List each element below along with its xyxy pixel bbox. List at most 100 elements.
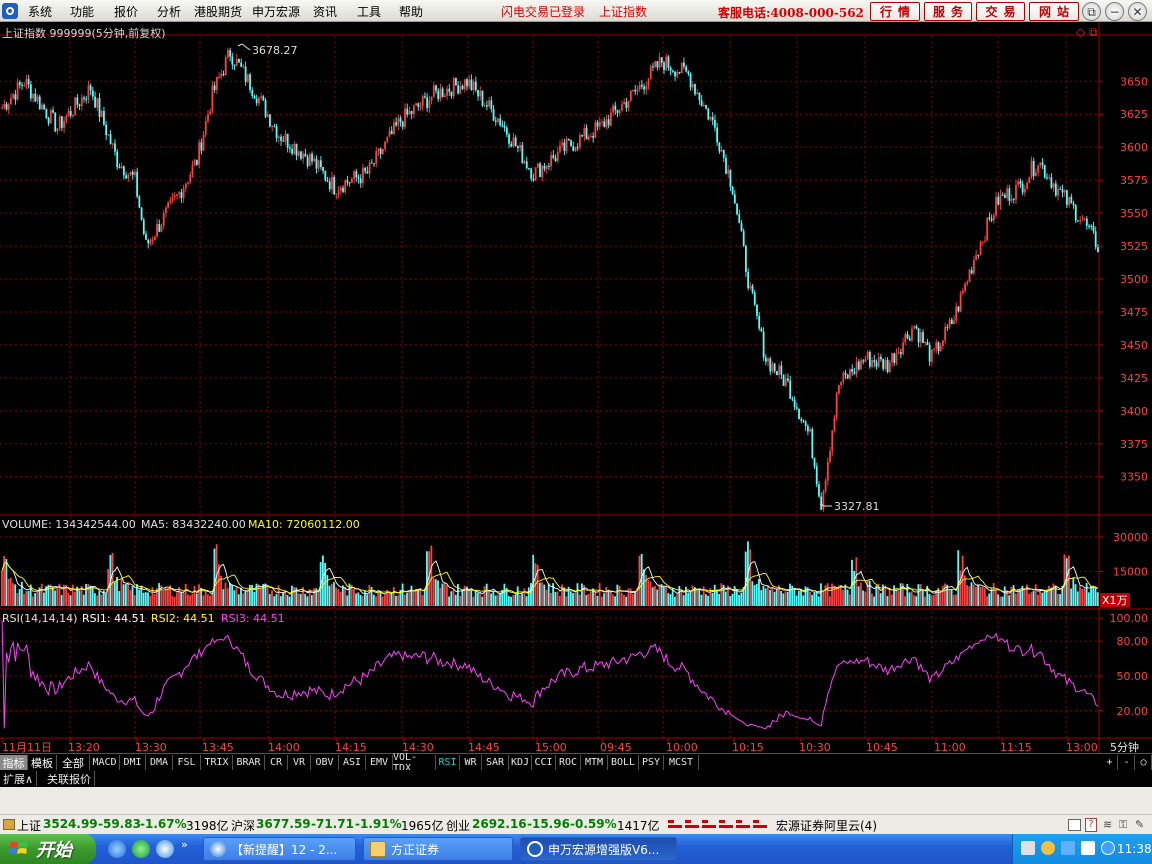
- messenger-quicklaunch-icon[interactable]: [132, 840, 150, 858]
- candle-body: [514, 137, 517, 147]
- keyboard-tray-icon[interactable]: [1021, 841, 1035, 855]
- menu-system[interactable]: 系统: [28, 3, 52, 20]
- menu-function[interactable]: 功能: [70, 3, 94, 20]
- indicator-tab-obv[interactable]: OBV: [311, 755, 339, 770]
- tools-icon[interactable]: ✎: [1135, 818, 1144, 831]
- ie-quicklaunch-icon[interactable]: [108, 840, 126, 858]
- volume-bar: [430, 545, 433, 606]
- folder-icon[interactable]: [3, 819, 15, 830]
- chart-area[interactable]: 3650 3625 3600 3575 3550 3525 3500 3475 3450 3425…: [0, 22, 1152, 754]
- candle-body: [12, 94, 15, 99]
- expand-tab[interactable]: 扩展∧: [0, 771, 38, 786]
- zoom-reset-button[interactable]: ○: [1136, 755, 1152, 770]
- start-button[interactable]: 开始: [0, 834, 96, 864]
- candle-body: [1, 107, 4, 109]
- indicator-tab-dma[interactable]: DMA: [146, 755, 173, 770]
- volume-bar: [105, 593, 107, 606]
- hs-name[interactable]: 沪深: [231, 817, 255, 834]
- zoom-in-button[interactable]: +: [1102, 755, 1118, 770]
- indicator-tab-psy[interactable]: PSY: [639, 755, 664, 770]
- indicator-tab-指标[interactable]: 指标: [0, 755, 28, 770]
- chat-tray-icon[interactable]: [1081, 841, 1095, 855]
- indicator-tab-brar[interactable]: BRAR: [233, 755, 265, 770]
- candle-body: [986, 217, 989, 241]
- app-logo-icon[interactable]: [2, 3, 18, 19]
- indicator-tab-trix[interactable]: TRIX: [201, 755, 233, 770]
- task-trading-app[interactable]: 申万宏源增强版V6...: [520, 837, 677, 861]
- indicator-tab-wr[interactable]: WR: [460, 755, 482, 770]
- candle-body: [855, 361, 858, 374]
- menu-hk-futures[interactable]: 港股期货: [194, 3, 242, 20]
- indicator-tab-mtm[interactable]: MTM: [581, 755, 608, 770]
- indicator-tab-asi[interactable]: ASI: [339, 755, 366, 770]
- indicator-tab-mcst[interactable]: MCST: [664, 755, 699, 770]
- candle-body: [612, 105, 614, 113]
- server-name[interactable]: 宏源证券阿里云(4): [776, 817, 877, 834]
- help-icon[interactable]: ?: [1085, 818, 1097, 832]
- activity-dash: [753, 820, 759, 823]
- chart-canvas[interactable]: 3650 3625 3600 3575 3550 3525 3500 3475 3450 3425…: [0, 22, 1152, 754]
- indicator-tab-cci[interactable]: CCI: [532, 755, 556, 770]
- browser-quicklaunch-icon[interactable]: [156, 840, 174, 858]
- layout-icon[interactable]: [1068, 819, 1081, 831]
- volume-bar: [755, 583, 758, 606]
- security-tray-icon[interactable]: [1041, 841, 1055, 855]
- nav-market-button[interactable]: 行情: [870, 2, 920, 21]
- candle-body: [849, 369, 851, 379]
- indicator-tab-fsl[interactable]: FSL: [173, 755, 201, 770]
- flash-trade-status[interactable]: 闪电交易已登录: [501, 3, 585, 20]
- menu-news[interactable]: 资讯: [313, 3, 337, 20]
- sh-amount: 3198亿: [186, 819, 229, 833]
- menu-quote[interactable]: 报价: [114, 3, 138, 20]
- volume-bar: [419, 589, 422, 606]
- indicator-tab-macd[interactable]: MACD: [90, 755, 120, 770]
- indicator-tab-emv[interactable]: EMV: [366, 755, 393, 770]
- sh-name[interactable]: 上证: [17, 817, 41, 834]
- volume-bar: [244, 590, 247, 606]
- chart-options-icon[interactable]: ◇ ⧉: [1076, 25, 1098, 40]
- indicator-tab-vr[interactable]: VR: [288, 755, 311, 770]
- nav-website-button[interactable]: 网站: [1029, 2, 1079, 21]
- nav-service-button[interactable]: 服务: [924, 2, 972, 21]
- lock-icon[interactable]: ⚿: [1119, 818, 1127, 832]
- indicator-tab-roc[interactable]: ROC: [556, 755, 581, 770]
- indicator-tab-dmi[interactable]: DMI: [120, 755, 146, 770]
- shield-tray-icon[interactable]: [1101, 841, 1115, 855]
- volume-bar: [423, 588, 426, 606]
- candle-body: [822, 491, 825, 510]
- close-window-button[interactable]: ✕: [1128, 2, 1147, 21]
- minimize-window-button[interactable]: −: [1105, 2, 1124, 21]
- tray-clock[interactable]: 11:38: [1117, 842, 1152, 856]
- indicator-tab-boll[interactable]: BOLL: [608, 755, 639, 770]
- nav-trade-button[interactable]: 交易: [976, 2, 1025, 21]
- indicator-tab-kdj[interactable]: KDJ: [509, 755, 532, 770]
- indicator-tab-rsi[interactable]: RSI: [436, 755, 460, 770]
- task-folder[interactable]: 方正证券: [363, 837, 513, 861]
- indicator-tab-sar[interactable]: SAR: [482, 755, 509, 770]
- menu-help[interactable]: 帮助: [399, 3, 423, 20]
- cy-name[interactable]: 创业: [446, 817, 470, 834]
- menu-analysis[interactable]: 分析: [157, 3, 181, 20]
- candle-body: [173, 195, 176, 198]
- indicator-tab-模板[interactable]: 模板: [28, 755, 57, 770]
- network-tray-icon[interactable]: [1061, 841, 1075, 855]
- candle-body: [501, 125, 504, 127]
- indicator-tab-vol-tdx[interactable]: VOL-TDX: [393, 752, 436, 774]
- menu-swhy[interactable]: 申万宏源: [252, 3, 300, 20]
- period-label[interactable]: 5分钟: [1110, 740, 1139, 754]
- candle-body: [924, 342, 927, 344]
- restore-window-button[interactable]: ⧉: [1082, 2, 1101, 21]
- volume-bar: [760, 590, 763, 606]
- quicklaunch-more-icon[interactable]: »: [181, 838, 188, 851]
- activity-indicator: [668, 820, 768, 830]
- menu-tools[interactable]: 工具: [357, 3, 381, 20]
- indicator-tab-cr[interactable]: CR: [265, 755, 288, 770]
- related-quotes-tab[interactable]: 关联报价: [44, 771, 95, 786]
- candle-body: [339, 187, 342, 191]
- indicator-tab-全部[interactable]: 全部: [57, 755, 90, 770]
- zoom-out-button[interactable]: -: [1119, 755, 1135, 770]
- volume-bar: [928, 594, 931, 606]
- candle-body: [1015, 184, 1017, 200]
- volume-bar: [335, 587, 338, 606]
- task-browser[interactable]: 【新提醒】12 - 2...: [203, 837, 356, 861]
